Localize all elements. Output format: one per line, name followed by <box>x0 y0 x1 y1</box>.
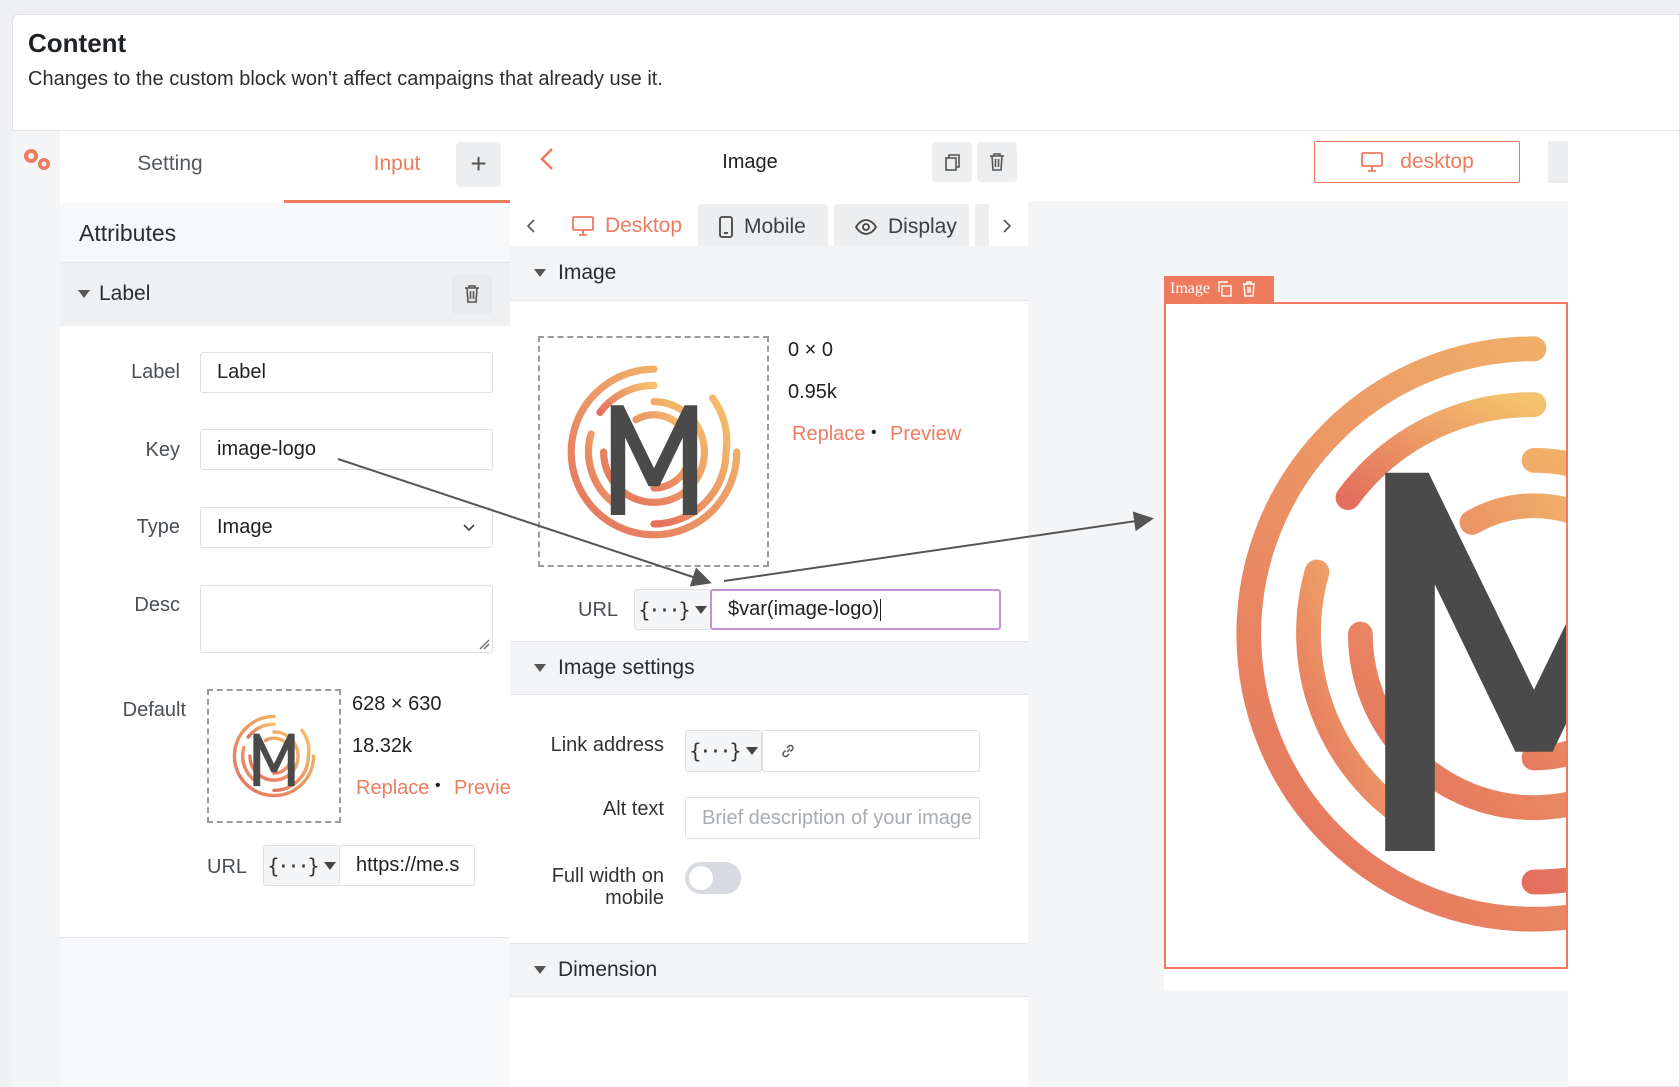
resize-handle-icon[interactable] <box>478 638 490 650</box>
attribute-group-label: Label <box>99 282 151 305</box>
preview-image-frame[interactable] <box>1164 302 1568 969</box>
image-variable-button[interactable]: {···} <box>634 589 711 630</box>
delete-block-button[interactable] <box>977 142 1017 182</box>
desc-field-label: Desc <box>134 594 180 616</box>
collapse-caret-icon <box>534 664 546 672</box>
alt-text-label: Alt text <box>602 798 664 820</box>
default-image-dimensions: 628 × 630 <box>352 693 442 715</box>
label-field-label: Label <box>131 361 180 383</box>
image-url-input[interactable]: $var(image-logo) <box>710 589 1001 630</box>
left-toolbar <box>12 131 62 1087</box>
link-address-label: Link address <box>550 734 664 756</box>
chevron-down-icon <box>463 523 475 531</box>
caret-down-icon <box>745 747 758 755</box>
braces-icon: {···} <box>638 597 690 622</box>
desc-textarea[interactable] <box>200 585 493 653</box>
back-arrow-icon[interactable] <box>538 146 556 172</box>
image-replace-link[interactable]: Replace <box>792 423 865 446</box>
tab-desktop-label: Desktop <box>605 213 683 237</box>
copy-icon <box>945 154 960 171</box>
full-width-label-line-2: mobile <box>605 887 664 909</box>
link-icon <box>782 744 794 758</box>
dimension-section-title: Dimension <box>558 958 658 981</box>
chevron-left-icon[interactable] <box>524 217 538 235</box>
image-editor-title: Image <box>722 151 778 173</box>
image-preview-link[interactable]: Preview <box>890 423 961 446</box>
monitor-icon <box>1361 152 1384 172</box>
chevron-right-icon[interactable] <box>1000 217 1014 235</box>
tab-overflow <box>975 204 989 250</box>
caret-down-icon <box>323 861 336 870</box>
image-settings-title: Image settings <box>558 656 695 679</box>
image-section-title: Image <box>558 261 617 284</box>
phone-icon <box>719 216 733 238</box>
trash-icon[interactable] <box>1240 280 1258 298</box>
brand-logo-icon <box>1224 324 1568 944</box>
link-separator: • <box>871 424 877 441</box>
collapse-caret-icon[interactable] <box>78 290 90 298</box>
preview-tag-label: Image <box>1170 280 1210 297</box>
alt-text-input[interactable]: Brief description of your image <box>685 797 980 839</box>
type-field-label: Type <box>136 516 180 538</box>
full-width-label-line-1: Full width on <box>551 865 664 887</box>
duplicate-button[interactable] <box>932 142 972 182</box>
dimension-section-header[interactable]: Dimension <box>510 943 1028 997</box>
image-thumbnail[interactable] <box>538 336 769 567</box>
caret-down-icon <box>694 605 707 614</box>
monitor-icon <box>572 215 594 236</box>
dimension-section-body <box>510 997 1028 1087</box>
trash-icon <box>465 285 479 303</box>
image-section-header[interactable]: Image <box>510 246 1028 301</box>
type-select[interactable]: Image <box>200 507 493 548</box>
brand-logo-icon <box>231 713 317 799</box>
image-url-value: $var(image-logo) <box>728 598 880 620</box>
tab-mobile-label: Mobile <box>744 215 806 238</box>
device-toggle-button[interactable]: desktop <box>1314 141 1520 183</box>
preview-block-tag[interactable]: Image <box>1164 276 1274 302</box>
eye-icon <box>854 219 878 235</box>
default-field-label: Default <box>122 699 186 721</box>
link-separator: • <box>435 777 441 794</box>
preview-header-overflow <box>1548 141 1568 183</box>
key-input[interactable]: image-logo <box>200 429 493 470</box>
braces-icon: {···} <box>689 739 741 763</box>
delete-attribute-button[interactable] <box>452 274 492 314</box>
full-width-label: Full width on mobile <box>520 865 664 909</box>
image-settings-header[interactable]: Image settings <box>510 641 1028 695</box>
default-image-size: 18.32k <box>352 735 413 757</box>
default-url-label: URL <box>207 856 248 878</box>
add-attribute-button[interactable]: + <box>456 142 501 187</box>
attributes-title: Attributes <box>79 220 177 246</box>
tab-display[interactable]: Display <box>834 204 969 250</box>
tab-desktop[interactable]: Desktop <box>551 201 691 250</box>
trash-icon <box>990 153 1004 171</box>
label-input[interactable]: Label <box>200 352 493 393</box>
copy-icon[interactable] <box>1216 280 1234 298</box>
page-title: Content <box>28 28 127 58</box>
link-variable-button[interactable]: {···} <box>685 730 762 772</box>
brand-logo-icon <box>564 362 744 542</box>
type-select-value: Image <box>217 516 273 538</box>
tab-setting[interactable]: Setting <box>60 125 280 205</box>
image-dimensions: 0 × 0 <box>788 339 834 361</box>
settings-gears-icon[interactable] <box>20 145 54 175</box>
link-address-input[interactable] <box>762 730 980 772</box>
default-replace-link[interactable]: Replace <box>356 777 429 800</box>
default-image-thumbnail[interactable] <box>207 689 341 823</box>
key-field-label: Key <box>145 439 180 461</box>
text-cursor <box>880 598 882 621</box>
page-subtitle: Changes to the custom block won't affect… <box>28 68 663 90</box>
default-variable-button[interactable]: {···} <box>263 845 340 886</box>
collapse-caret-icon <box>534 269 546 277</box>
full-width-toggle[interactable] <box>685 862 741 894</box>
tab-mobile[interactable]: Mobile <box>698 204 828 250</box>
default-preview-link[interactable]: Preview <box>454 777 510 800</box>
image-url-label: URL <box>578 599 619 621</box>
default-url-input[interactable]: https://me.s <box>339 845 475 886</box>
device-toggle-label: desktop <box>1400 150 1474 173</box>
collapse-caret-icon <box>534 966 546 974</box>
braces-icon: {···} <box>267 853 319 878</box>
tab-display-label: Display <box>888 215 957 238</box>
image-size: 0.95k <box>788 381 837 403</box>
